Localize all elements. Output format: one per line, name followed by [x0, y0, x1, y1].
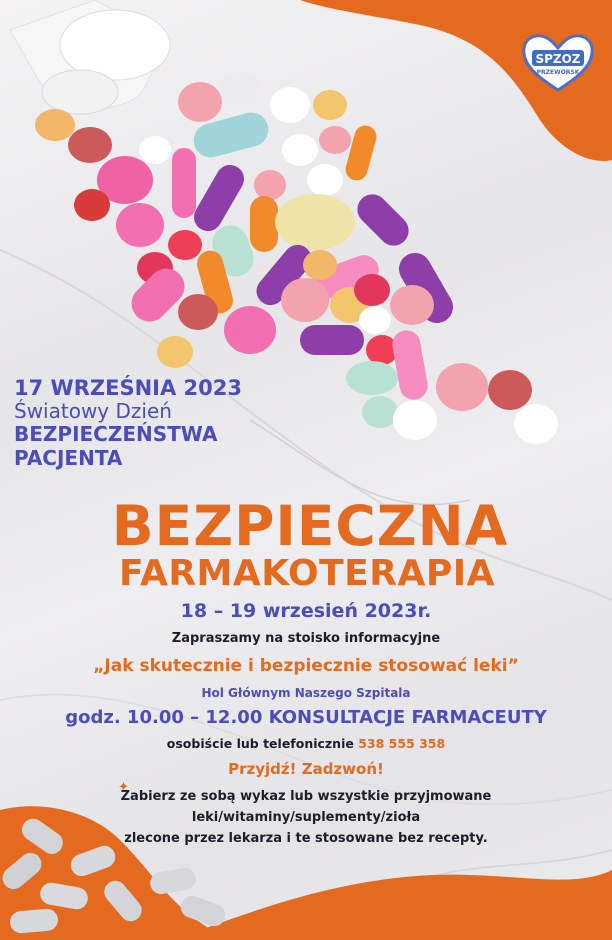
pill-bottle-icon: [9, 0, 171, 115]
event-name-line1: Światowy Dzień: [14, 399, 172, 423]
event-name-line3: PACJENTA: [14, 446, 123, 470]
phone-line: osobiście lub telefonicznie 538 555 358: [0, 736, 612, 751]
event-date-block: 17 WRZEŚNIA 2023 Światowy Dzień BEZPIECZ…: [14, 376, 242, 470]
location-text: Hol Głównym Naszego Szpitala: [201, 686, 411, 700]
phone-prefix: osobiście lub telefonicznie: [166, 736, 354, 751]
consultation-hours: godz. 10.00 – 12.00 KONSULTACJE FARMACEU…: [65, 707, 547, 728]
main-title: BEZPIECZNA: [111, 494, 509, 558]
event-name-line2: BEZPIECZEŃSTWA: [14, 422, 218, 446]
phone-number: 538 555 358: [358, 736, 446, 751]
stand-theme-quote: „Jak skutecznie i bezpiecznie stosować l…: [93, 656, 519, 676]
call-to-action: Przyjdź! Zadzwoń!: [228, 760, 384, 778]
bring-instructions: Zabierz ze sobą wykaz lub wszystkie przy…: [0, 786, 612, 849]
consultation-dates: 18 – 19 wrzesień 2023r.: [180, 600, 432, 622]
poster: SPZOZ PRZEWORSK 17 WRZEŚNIA 2023 Światow…: [0, 0, 612, 940]
bring-line-3: zlecone przez lekarza i te stosowane bez…: [124, 831, 488, 846]
event-date: 17 WRZEŚNIA 2023: [14, 376, 242, 400]
bring-line-2: leki/witaminy/suplementy/zioła: [191, 810, 421, 825]
invitation-text: Zapraszamy na stoisko informacyjne: [171, 631, 441, 646]
bring-line-1: Zabierz ze sobą wykaz lub wszystkie przy…: [120, 789, 492, 804]
sub-title: FARMAKOTERAPIA: [119, 553, 495, 594]
